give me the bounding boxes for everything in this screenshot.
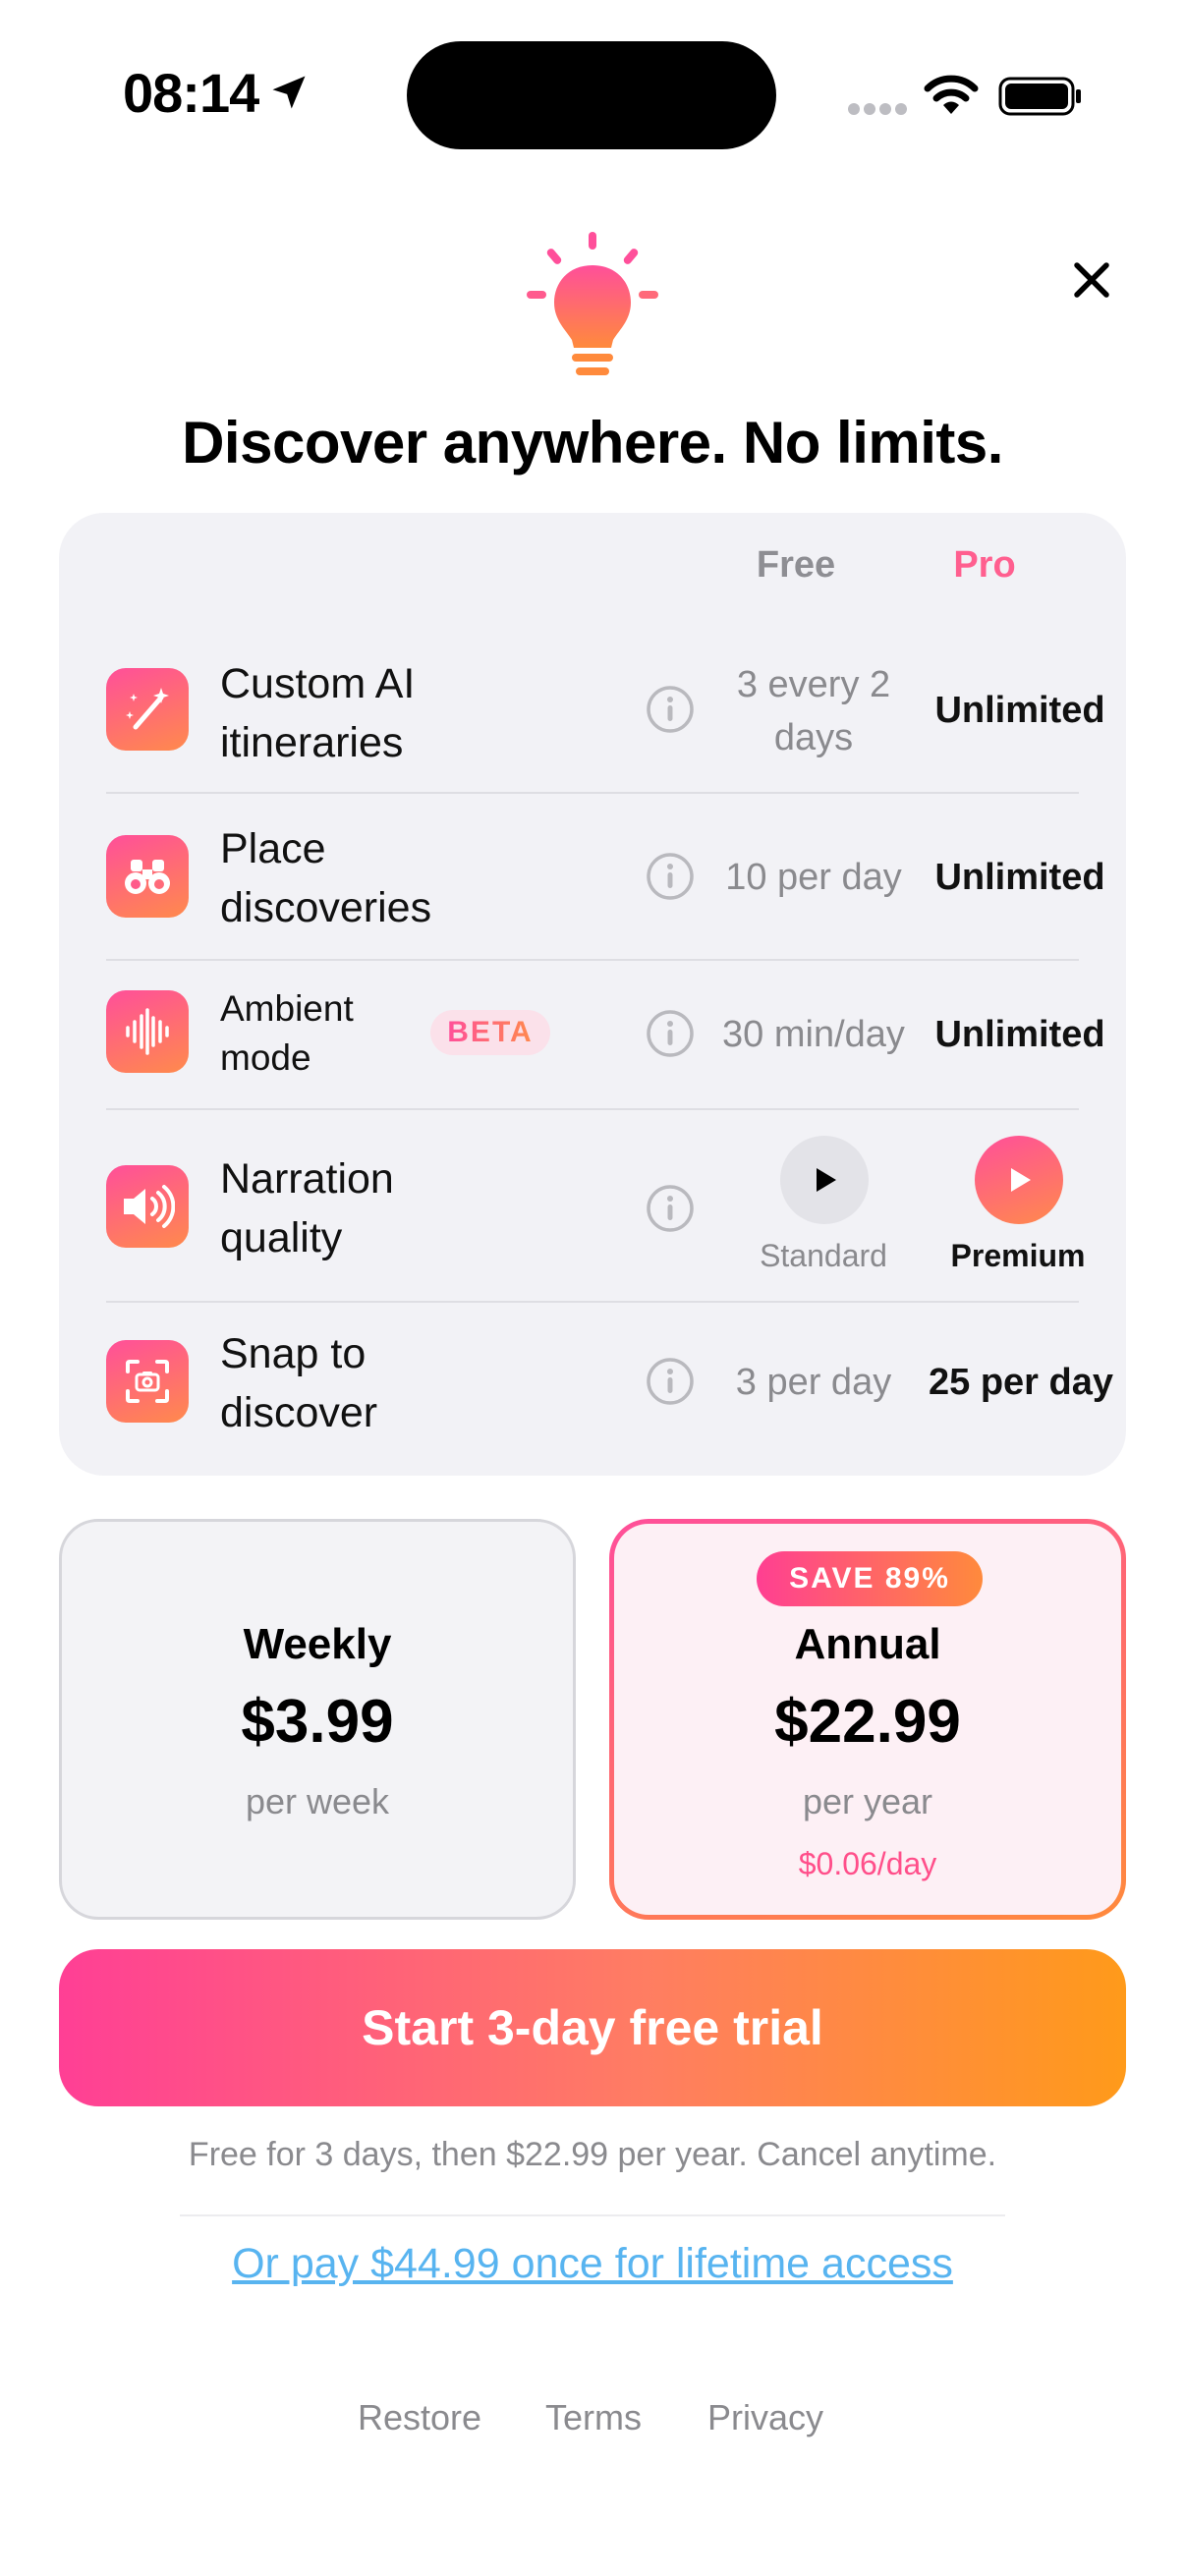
play-icon [1011,1168,1031,1192]
info-icon[interactable] [645,1183,696,1234]
binoculars-icon [106,835,189,918]
start-free-trial-button[interactable]: Start 3-day free trial [59,1949,1126,2106]
feature-row-narration-quality: Narration quality Standard Premium [106,1110,1085,1303]
speaker-icon [106,1165,189,1248]
plan-period: per week [245,1781,390,1821]
column-header-pro: Pro [953,544,1016,586]
lightbulb-icon [527,232,658,375]
plan-name: Annual [794,1620,941,1668]
play-icon [817,1168,836,1192]
pro-value: Unlimited [934,857,1105,898]
info-icon[interactable] [645,1008,696,1059]
waveform-icon [106,990,189,1073]
beta-badge: BETA [430,1010,550,1055]
trial-terms-text: Free for 3 days, then $22.99 per year. C… [188,2136,997,2173]
feature-name: Snap to discover [220,1330,378,1436]
location-arrow-icon [272,76,306,109]
play-premium-sample-button[interactable] [975,1136,1063,1224]
info-icon[interactable] [645,1356,696,1407]
dynamic-island [407,41,776,149]
feature-row-ambient-mode: Ambient mode BETA 30 min/day Unlimited [106,961,1105,1108]
plan-period: per year [802,1781,933,1821]
close-button[interactable] [1061,250,1122,310]
plan-weekly-option[interactable]: Weekly $3.99 per week [59,1519,576,1920]
column-header-free: Free [756,544,836,586]
wifi-icon [924,75,979,114]
feature-name: Custom AI itineraries [220,660,416,766]
beta-badge-label: BETA [447,1016,534,1048]
pro-value: 25 per day [929,1362,1113,1403]
feature-row-place-discoveries: Place discoveries 10 per day Unlimited [106,800,1105,957]
battery-icon [998,77,1081,116]
row-divider [106,1301,1079,1303]
pro-value: Unlimited [934,690,1105,731]
divider [180,2214,1005,2216]
cellular-signal-icon [848,103,907,115]
magic-wand-icon [106,668,189,751]
plan-price: $22.99 [774,1688,961,1756]
free-value: 10 per day [725,857,902,898]
row-divider [106,792,1079,794]
standard-label: Standard [760,1238,887,1273]
camera-scan-icon [106,1340,189,1423]
plan-daily-price: $0.06/day [798,1846,937,1881]
pro-value: Unlimited [934,1014,1105,1055]
save-badge: SAVE 89% [757,1551,983,1606]
premium-label: Premium [950,1238,1086,1273]
feature-row-snap-to-discover: Snap to discover 3 per day 25 per day [106,1305,1113,1462]
feature-comparison-card: Free Pro Custom AI itineraries 3 every 2… [59,513,1126,1476]
info-icon[interactable] [645,684,696,735]
plan-annual-option[interactable]: SAVE 89% Annual $22.99 per year $0.06/da… [609,1519,1126,1920]
close-icon [1074,262,1109,298]
free-value: 30 min/day [722,1014,905,1055]
lifetime-access-link[interactable]: Or pay $44.99 once for lifetime access [0,2240,1185,2288]
feature-name: Ambient mode [220,988,354,1078]
plan-price: $3.99 [241,1688,394,1756]
status-time: 08:14 [123,62,259,124]
play-standard-sample-button[interactable] [780,1136,869,1224]
feature-name: Narration quality [220,1155,394,1261]
free-value: 3 per day [735,1362,892,1403]
restore-link[interactable]: Restore [358,2397,481,2438]
plan-name: Weekly [243,1620,392,1668]
info-icon[interactable] [645,851,696,902]
free-value: 3 every 2 days [736,664,891,758]
status-bar: 08:14 [0,0,1185,187]
terms-link[interactable]: Terms [545,2397,642,2438]
feature-row-custom-ai-itineraries: Custom AI itineraries 3 every 2 days Unl… [106,639,1105,786]
privacy-link[interactable]: Privacy [707,2397,823,2438]
feature-name: Place discoveries [220,825,432,931]
page-title: Discover anywhere. No limits. [182,410,1003,476]
